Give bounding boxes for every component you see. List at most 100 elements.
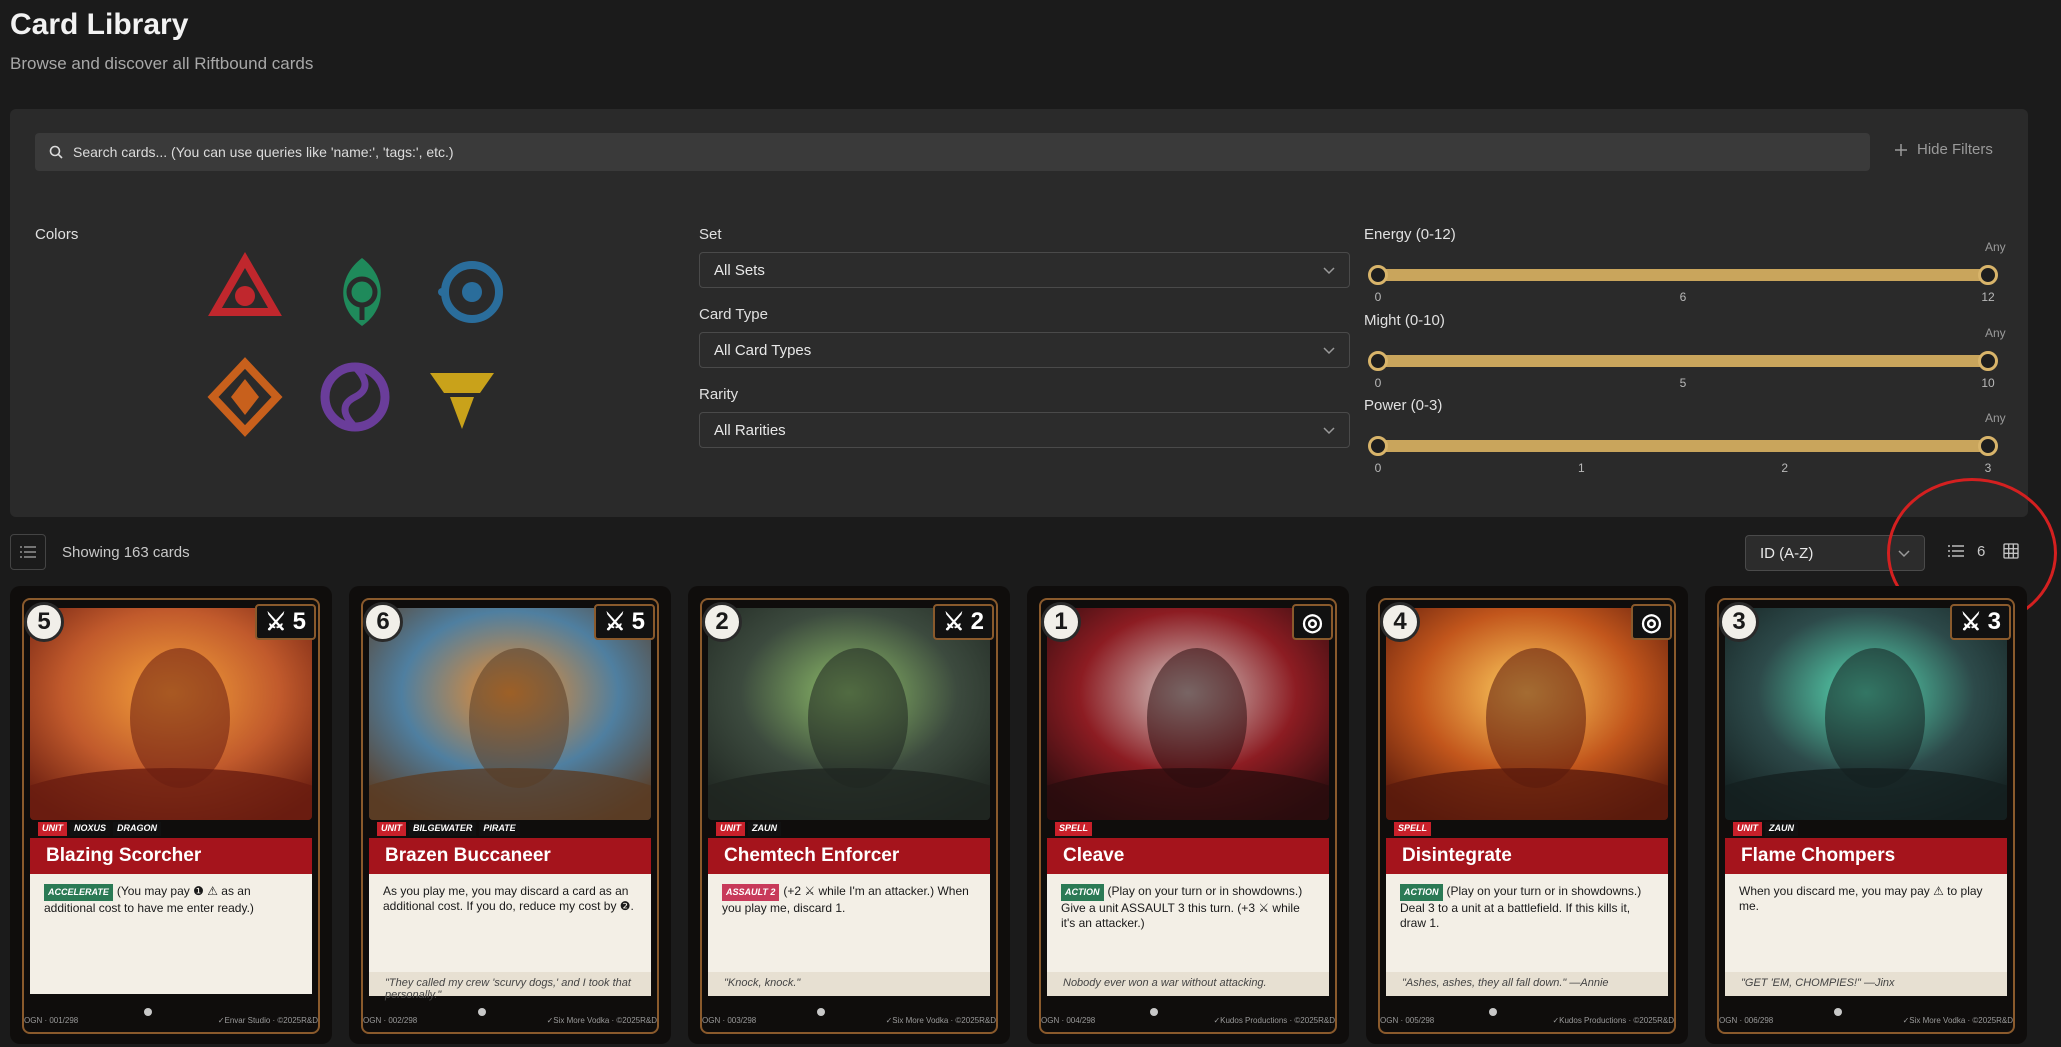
fury-color-icon[interactable] xyxy=(205,251,285,332)
mind-color-icon[interactable] xyxy=(432,252,512,332)
card-tile[interactable]: 6 ⚔ 5 UNIT BILGEWATER PIRATE Brazen Buccane… xyxy=(349,586,671,1044)
calm-color-icon[interactable] xyxy=(322,252,402,332)
energy-slider-track[interactable] xyxy=(1378,269,1988,281)
search-input[interactable] xyxy=(73,144,1853,160)
energy-cost-badge: 3 xyxy=(1719,602,1759,642)
card-tag: NOXUS xyxy=(70,822,111,836)
card-footer: OGN · 005/298 ✓Kudos Productions · ©2025… xyxy=(1380,1008,1674,1025)
power-max-handle[interactable] xyxy=(1978,436,1998,456)
search-bar[interactable] xyxy=(35,133,1870,171)
sort-select-value: ID (A-Z) xyxy=(1760,544,1814,562)
spell-icon: ◎ xyxy=(1302,608,1323,636)
chevron-down-icon xyxy=(1898,545,1910,562)
card-type-label: Card Type xyxy=(699,306,768,323)
card-artist: ✓Six More Vodka · ©2025R&D xyxy=(546,1016,657,1025)
rarity-label: Rarity xyxy=(699,386,739,403)
hide-filters-button[interactable]: Hide Filters xyxy=(1895,141,1993,158)
energy-max-handle[interactable] xyxy=(1978,265,1998,285)
energy-cost-badge: 6 xyxy=(363,602,403,642)
card-tagline: UNIT BILGEWATER PIRATE xyxy=(377,822,520,836)
card-flavor-text: "Ashes, ashes, they all fall down." —Ann… xyxy=(1386,972,1668,996)
card-name: Flame Chompers xyxy=(1725,838,2007,874)
set-select-value: All Sets xyxy=(714,261,765,279)
might-max-handle[interactable] xyxy=(1978,351,1998,371)
card-tag: UNIT xyxy=(1733,822,1762,836)
card-id: OGN · 005/298 xyxy=(1380,1016,1435,1025)
card-tile[interactable]: 4 ◎ SPELL Disintegrate ACTION (Play on yo… xyxy=(1366,586,1688,1044)
sort-select[interactable]: ID (A-Z) xyxy=(1745,535,1925,571)
card-footer: OGN · 001/298 ✓Envar Studio · ©2025R&D xyxy=(24,1008,318,1025)
order-color-icon[interactable] xyxy=(422,357,502,437)
body-color-icon[interactable] xyxy=(205,357,285,437)
might-value: 5 xyxy=(292,608,306,635)
might-icon: ⚔ xyxy=(1960,608,1982,636)
card-flavor-text: Nobody ever won a war without attacking. xyxy=(1047,972,1329,996)
might-badge: ⚔ 5 xyxy=(255,604,316,640)
card-name: Cleave xyxy=(1047,838,1329,874)
card-tag: DRAGON xyxy=(113,822,162,836)
card-tagline: SPELL xyxy=(1055,822,1093,836)
card-type-select[interactable]: All Card Types xyxy=(699,332,1350,368)
power-min-handle[interactable] xyxy=(1368,436,1388,456)
might-range-label: Might (0-10) xyxy=(1364,312,1445,329)
card-tagline: SPELL xyxy=(1394,822,1432,836)
card-tile[interactable]: 2 ⚔ 2 UNIT ZAUN Chemtech Enforcer ASSAULT … xyxy=(688,586,1010,1044)
plus-icon xyxy=(1895,143,1907,156)
power-range-label: Power (0-3) xyxy=(1364,397,1443,414)
energy-min-handle[interactable] xyxy=(1368,265,1388,285)
colors-label: Colors xyxy=(35,226,79,243)
card-tag: SPELL xyxy=(1394,822,1432,836)
card-tag: BILGEWATER xyxy=(409,822,477,836)
card-artist: ✓Six More Vodka · ©2025R&D xyxy=(1902,1016,2013,1025)
card-tile[interactable]: 1 ◎ SPELL Cleave ACTION (Play on your tur… xyxy=(1027,586,1349,1044)
card-tile[interactable]: 3 ⚔ 3 UNIT ZAUN Flame Chompers When you di… xyxy=(1705,586,2027,1044)
card-footer: OGN · 003/298 ✓Six More Vodka · ©2025R&D xyxy=(702,1008,996,1025)
grid-view-button[interactable] xyxy=(2003,543,2019,564)
power-slider-track[interactable] xyxy=(1378,440,1988,452)
card-tile[interactable]: 5 ⚔ 5 UNIT NOXUS DRAGON Blazing Scorcher AC… xyxy=(10,586,332,1044)
card-flavor-text: "They called my crew 'scurvy dogs,' and … xyxy=(369,972,651,1001)
list-view-button[interactable] xyxy=(1948,544,1964,562)
set-select[interactable]: All Sets xyxy=(699,252,1350,288)
energy-cost-badge: 4 xyxy=(1380,602,1420,642)
energy-tick-label: 12 xyxy=(1981,290,1995,304)
rarity-select[interactable]: All Rarities xyxy=(699,412,1350,448)
energy-range-any: Any xyxy=(1985,240,2006,254)
might-badge: ⚔ 3 xyxy=(1950,604,2011,640)
page-title: Card Library xyxy=(10,8,189,41)
might-value: 2 xyxy=(970,608,984,635)
spell-icon: ◎ xyxy=(1641,608,1662,636)
might-value: 3 xyxy=(1987,608,2001,635)
rarity-icon xyxy=(144,1008,153,1016)
energy-range-label: Energy (0-12) xyxy=(1364,226,1456,243)
card-tag: ZAUN xyxy=(748,822,781,836)
chaos-color-icon[interactable] xyxy=(315,357,395,437)
card-name: Blazing Scorcher xyxy=(30,838,312,874)
might-slider-track[interactable] xyxy=(1378,355,1988,367)
card-tag: PIRATE xyxy=(479,822,520,836)
chevron-down-icon xyxy=(1323,342,1335,359)
spell-badge: ◎ xyxy=(1292,604,1333,640)
energy-tick-label: 6 xyxy=(1679,290,1687,304)
chevron-down-icon xyxy=(1323,262,1335,279)
card-tag: UNIT xyxy=(377,822,406,836)
card-flavor-text: "GET 'EM, CHOMPIES!" —Jinx xyxy=(1725,972,2007,996)
card-tagline: UNIT ZAUN xyxy=(1733,822,1798,836)
columns-count[interactable]: 6 xyxy=(1977,543,1985,560)
keyword-badge: ASSAULT 2 xyxy=(722,884,780,901)
card-library-page: Card Library Browse and discover all Rif… xyxy=(0,0,2061,1047)
energy-cost-badge: 2 xyxy=(702,602,742,642)
might-icon: ⚔ xyxy=(265,608,287,636)
might-min-handle[interactable] xyxy=(1368,351,1388,371)
power-range-any: Any xyxy=(1985,411,2006,425)
filter-toggle-button[interactable] xyxy=(10,534,46,570)
power-tick-label: 1 xyxy=(1577,461,1585,475)
rarity-icon xyxy=(1833,1008,1842,1016)
filter-panel: Hide Filters Colors Set All Sets Card Ty… xyxy=(10,109,2028,517)
page-subtitle: Browse and discover all Riftbound cards xyxy=(10,54,314,73)
rules-text: As you play me, you may discard a card a… xyxy=(383,884,634,913)
set-label: Set xyxy=(699,226,722,243)
keyword-badge: ACTION xyxy=(1061,884,1104,901)
card-id: OGN · 002/298 xyxy=(363,1016,418,1025)
keyword-badge: ACCELERATE xyxy=(44,884,113,901)
